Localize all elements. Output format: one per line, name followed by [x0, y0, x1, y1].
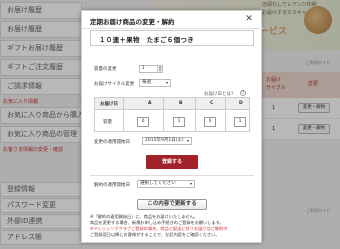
cancel-date-select[interactable]: 選択してください ▾: [137, 180, 195, 188]
chevron-down-icon: ▾: [189, 181, 192, 186]
header-delivery-date: お届け日: [100, 102, 118, 107]
cycle-select[interactable]: 毎週 ▾: [139, 79, 171, 87]
column-divider: [163, 98, 164, 131]
note-line-4: ご登録翌日以降にお客様がすることで、左記内容をご確認ください。: [90, 232, 220, 237]
quantity-input-d[interactable]: 1: [234, 117, 246, 127]
chevron-down-icon: ▾: [186, 138, 189, 143]
start-date-label: 変更の適用開始日: [94, 140, 130, 145]
divider: [90, 175, 254, 176]
divider: [82, 28, 263, 29]
quantity-label: 容量の変更: [94, 67, 117, 72]
quantity-value: 1: [142, 66, 145, 71]
column-divider: [123, 98, 124, 131]
column-a: A: [148, 101, 152, 106]
close-icon[interactable]: ✕: [244, 14, 254, 24]
column-d: D: [239, 101, 243, 106]
column-divider: [195, 98, 196, 131]
cycle-value: 毎週: [142, 80, 151, 85]
spinner-arrows-icon[interactable]: ▴ ▾: [157, 65, 162, 72]
quantity-input-c[interactable]: 0: [204, 117, 216, 127]
delivery-frequency-table: お届け日 A B C D 容量 0 1 0 1: [94, 97, 250, 132]
quantity-input-b[interactable]: 1: [173, 117, 185, 127]
column-divider: [225, 98, 226, 131]
column-b: B: [179, 101, 183, 106]
help-icon[interactable]: ?: [240, 90, 246, 96]
product-box: １０連＋果物 たまご６個つき: [90, 30, 254, 46]
cancel-date-label: 解約の適用開始日: [94, 183, 130, 188]
start-date-value: 2015年9月1日(火): [145, 138, 184, 143]
cycle-label: お届けサイクル変更: [94, 82, 135, 87]
chevron-down-icon: ▾: [165, 80, 168, 85]
subscription-change-modal: 定期お届け商品の変更・解約 ✕ １０連＋果物 たまご６個つき 容量の変更 1 ▴…: [81, 10, 263, 243]
column-c: C: [210, 101, 214, 106]
modal-title: 定期お届け商品の変更・解約: [90, 18, 175, 26]
cancel-date-value: 選択してください: [140, 181, 176, 186]
product-name: １０連＋果物 たまご６個つき: [99, 36, 195, 44]
quantity-stepper[interactable]: 1 ▴ ▾: [139, 65, 163, 73]
register-button[interactable]: 登録する: [146, 155, 198, 169]
start-date-select[interactable]: 2015年9月1日(火) ▾: [142, 137, 192, 145]
row-label-quantity: 容量: [103, 120, 112, 125]
quantity-input-a[interactable]: 0: [137, 117, 149, 127]
update-confirm-button[interactable]: この内容で更新する: [137, 199, 207, 210]
